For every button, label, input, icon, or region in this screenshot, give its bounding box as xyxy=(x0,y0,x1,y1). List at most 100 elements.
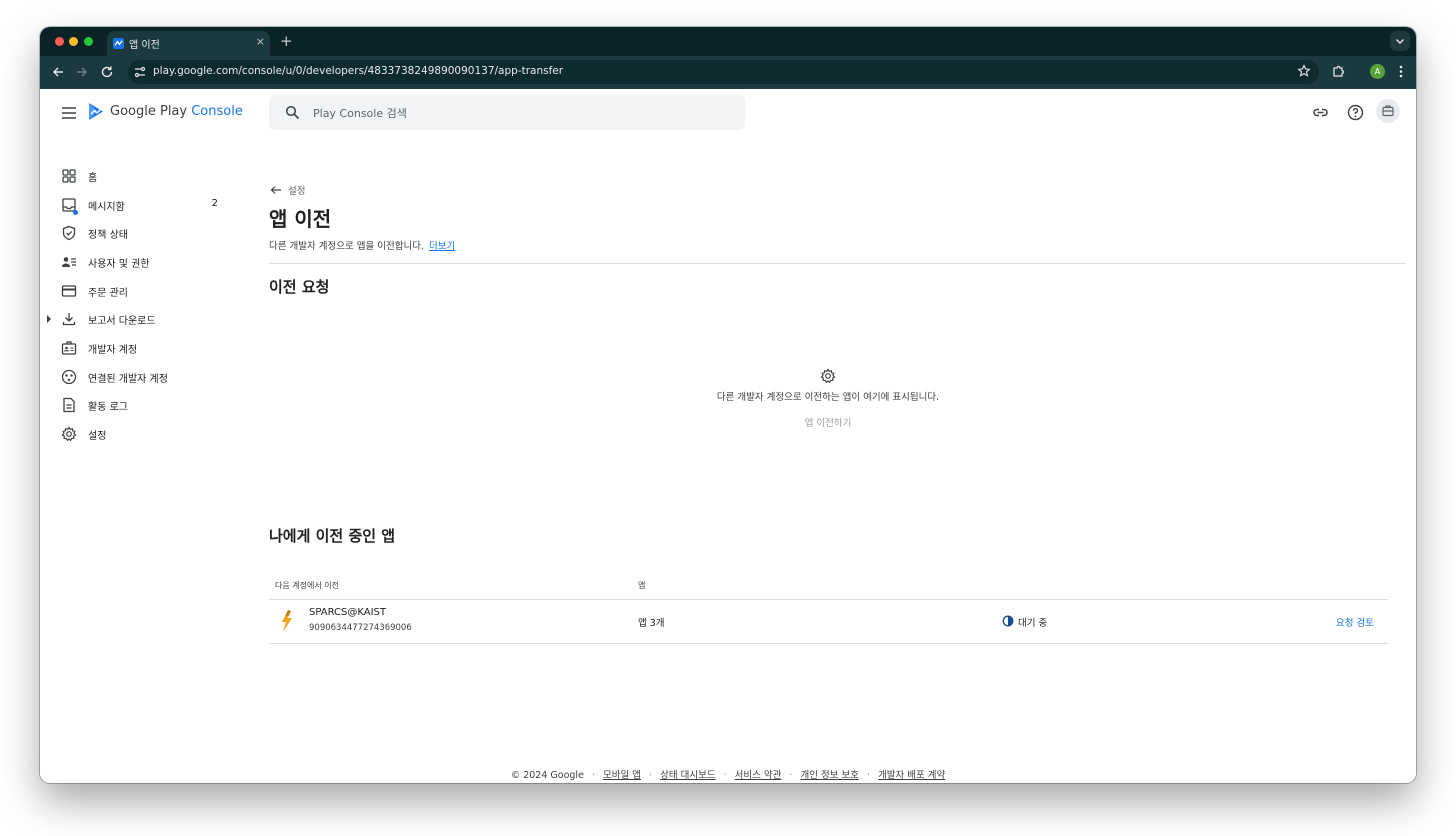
search-input[interactable] xyxy=(313,103,713,123)
chevron-down-icon xyxy=(1396,39,1404,44)
shield-icon xyxy=(62,225,76,241)
tab-search-button[interactable] xyxy=(1390,31,1410,51)
sidebar-item-home[interactable]: 홈 xyxy=(40,162,260,190)
play-console-page: Google Play Console Play Console 검색 홈 메시… xyxy=(40,89,1416,783)
footer-separator: · xyxy=(867,770,871,781)
footer-link-status-dashboard[interactable]: 상태 대시보드 xyxy=(660,770,715,781)
page-subtitle: 다른 개발자 계정으로 앱을 이전합니다. xyxy=(269,241,424,252)
site-settings-icon[interactable] xyxy=(133,65,147,79)
arrow-left-icon xyxy=(270,186,281,194)
sidebar-item-activity-log[interactable]: 활동 로그 xyxy=(40,391,260,419)
forward-arrow-icon[interactable] xyxy=(74,64,90,80)
close-tab-icon[interactable]: × xyxy=(256,35,265,49)
inbox-count-badge: 2 xyxy=(211,198,218,209)
section-divider xyxy=(269,263,1406,264)
briefcase-icon xyxy=(1382,105,1394,117)
minimize-window-button[interactable] xyxy=(69,37,78,46)
column-header-from-account: 다음 계정에서 이전 xyxy=(275,581,339,590)
page-title: 앱 이전 xyxy=(269,207,332,231)
sidebar-item-label: 보고서 다운로드 xyxy=(88,316,156,327)
brand-prefix: Google Play xyxy=(110,104,192,119)
sidebar-item-label: 설정 xyxy=(88,431,107,442)
zoom-window-button[interactable] xyxy=(84,37,93,46)
credit-card-icon xyxy=(61,285,77,297)
sidebar-item-label: 메시지함 xyxy=(88,202,125,213)
browser-toolbar: play.google.com/console/u/0/developers/4… xyxy=(40,56,1416,89)
sidebar-item-inbox[interactable]: 메시지함 2 xyxy=(40,191,260,219)
status-badge: 대기 중 xyxy=(1018,618,1048,629)
search-bar[interactable] xyxy=(269,95,745,130)
outgoing-transfers-title: 이전 요청 xyxy=(269,278,330,296)
footer-separator: · xyxy=(723,770,727,781)
developer-account-button[interactable] xyxy=(1376,99,1400,123)
sidebar-item-linked-developer-accounts[interactable]: 연결된 개발자 계정 xyxy=(40,363,260,391)
footer-link-mobile-app[interactable]: 모바일 앱 xyxy=(603,770,641,781)
account-id: 9090634477274369006 xyxy=(309,623,412,633)
close-window-button[interactable] xyxy=(55,37,64,46)
sparcs-logo-icon xyxy=(282,610,292,632)
sidebar-item-label: 연결된 개발자 계정 xyxy=(88,374,168,385)
reload-icon[interactable] xyxy=(99,64,115,80)
sidebar-item-label: 주문 관리 xyxy=(88,288,128,299)
table-row-divider xyxy=(269,643,1388,644)
bookmark-star-icon[interactable] xyxy=(1297,64,1311,78)
back-to-settings-link[interactable]: 설정 xyxy=(269,182,329,198)
people-icon xyxy=(62,257,76,267)
grid-icon xyxy=(62,169,76,183)
sidebar-item-download-reports[interactable]: 보고서 다운로드 xyxy=(40,305,260,333)
incoming-transfers-title: 나에게 이전 중인 앱 xyxy=(269,527,396,545)
pending-status-icon xyxy=(1002,615,1014,627)
account-name: SPARCS@KAIST xyxy=(309,607,386,618)
sidebar-item-label: 정책 상태 xyxy=(88,230,128,241)
extensions-puzzle-icon[interactable] xyxy=(1332,64,1346,78)
sidebar-item-label: 홈 xyxy=(88,173,98,184)
tab-title: 앱 이전 xyxy=(129,40,160,51)
gear-icon xyxy=(61,426,77,442)
empty-state-text: 다른 개발자 계정으로 이전하는 앱이 여기에 표시됩니다. xyxy=(716,392,940,403)
download-icon xyxy=(62,313,76,326)
sidebar-item-label: 사용자 및 권한 xyxy=(88,259,150,270)
help-icon[interactable] xyxy=(1347,104,1364,121)
footer-separator: · xyxy=(649,770,653,781)
back-label: 설정 xyxy=(288,186,306,197)
search-icon xyxy=(285,105,300,120)
column-header-apps: 앱 xyxy=(638,581,646,590)
back-arrow-icon[interactable] xyxy=(50,64,66,80)
sidebar-item-label: 활동 로그 xyxy=(88,402,128,413)
browser-tab-active[interactable]: 앱 이전 × xyxy=(107,31,270,56)
footer-link-developer-agreement[interactable]: 개발자 배포 계약 xyxy=(878,770,945,781)
menu-icon[interactable] xyxy=(62,107,76,119)
brand-name[interactable]: Google Play Console xyxy=(110,104,243,119)
unread-dot xyxy=(73,210,78,215)
footer-link-privacy[interactable]: 개인 정보 보호 xyxy=(800,770,858,781)
browser-window: 앱 이전 × + play.google.com/console/u/0/dev… xyxy=(40,27,1416,783)
gear-icon xyxy=(820,368,836,384)
transfer-apps-button[interactable]: 앱 이전하기 xyxy=(778,415,878,429)
copyright: © 2024 Google xyxy=(510,770,584,781)
footer-link-terms[interactable]: 서비스 약관 xyxy=(735,770,782,781)
expand-caret-icon[interactable] xyxy=(47,315,51,323)
app-count: 앱 3개 xyxy=(638,618,665,629)
link-icon[interactable] xyxy=(1312,104,1329,121)
more-vert-icon[interactable] xyxy=(1396,64,1406,79)
sidebar-item-policy-status[interactable]: 정책 상태 xyxy=(40,219,260,247)
sidebar-item-settings[interactable]: 설정 xyxy=(40,420,260,448)
footer-separator: · xyxy=(789,770,793,781)
sidebar-item-developer-account[interactable]: 개발자 계정 xyxy=(40,334,260,362)
table-header-divider xyxy=(269,599,1388,600)
url-text[interactable]: play.google.com/console/u/0/developers/4… xyxy=(153,65,563,77)
sidebar-item-label: 개발자 계정 xyxy=(88,345,138,356)
address-bar[interactable]: play.google.com/console/u/0/developers/4… xyxy=(128,60,1319,84)
profile-avatar[interactable]: A xyxy=(1370,64,1385,79)
play-console-logo-icon xyxy=(89,103,103,120)
badge-icon xyxy=(61,341,77,355)
linked-accounts-icon xyxy=(61,369,77,385)
learn-more-link[interactable]: 더보기 xyxy=(429,238,455,252)
review-request-link[interactable]: 요청 검토 xyxy=(1336,615,1374,629)
sidebar-item-users-permissions[interactable]: 사용자 및 권한 xyxy=(40,248,260,276)
footer-separator: · xyxy=(591,770,595,781)
sidebar-item-order-management[interactable]: 주문 관리 xyxy=(40,277,260,305)
document-icon xyxy=(63,397,75,413)
brand-accent: Console xyxy=(191,104,243,119)
new-tab-button[interactable]: + xyxy=(280,32,293,50)
